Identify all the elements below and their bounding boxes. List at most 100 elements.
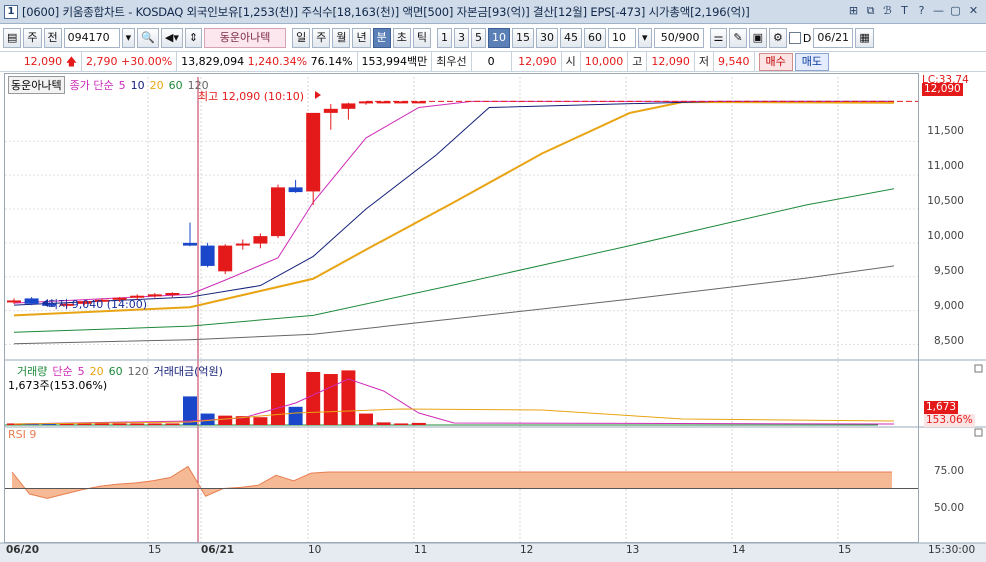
turnover-value: 76.14% bbox=[310, 55, 353, 68]
chart-area[interactable]: 동운아나텍 종가 단순 5 10 20 60 120 최고 12,090 (10… bbox=[0, 73, 986, 562]
chart-toolbar: ▤ 주 전 094170 ▾ 🔍 ◀▾ ⇕ 동운아나텍 일 주 월 년 분 초 … bbox=[0, 26, 986, 50]
volume-bar bbox=[288, 406, 303, 425]
change-cell: 2,790 +30.00% bbox=[82, 52, 178, 71]
help-icon[interactable]: ? bbox=[914, 3, 929, 19]
x-label-11: 11 bbox=[414, 544, 428, 556]
range-field[interactable]: 50/900 bbox=[653, 28, 704, 48]
count-dropdown-icon[interactable]: ▾ bbox=[637, 28, 652, 48]
x-label-13: 13 bbox=[626, 544, 640, 556]
volume-bar bbox=[411, 422, 426, 425]
up-arrow-icon: 🡅 bbox=[65, 55, 77, 68]
period-year[interactable]: 년 bbox=[352, 28, 371, 48]
current-price: 12,090 🡅 bbox=[0, 52, 82, 71]
rsi-legend: RSI 9 bbox=[8, 428, 36, 441]
indicator-icon[interactable]: ⚌ bbox=[709, 28, 728, 48]
change-value: 2,790 bbox=[86, 55, 118, 68]
close-icon[interactable]: ✕ bbox=[965, 3, 982, 19]
all-button[interactable]: 전 bbox=[43, 28, 62, 48]
interval-30[interactable]: 30 bbox=[535, 28, 558, 48]
restore-link-icon[interactable]: ⧉ bbox=[863, 3, 878, 19]
candle-body bbox=[288, 187, 303, 193]
volume-bar bbox=[95, 423, 109, 425]
legend-ma10: 10 bbox=[130, 78, 145, 92]
sell-button[interactable]: 매도 bbox=[794, 52, 830, 71]
grid-icon[interactable]: ⊞ bbox=[846, 3, 861, 19]
volume-ma20: 20 bbox=[89, 364, 104, 378]
interval-5[interactable]: 5 bbox=[470, 28, 486, 48]
period-type-select[interactable]: 주 bbox=[23, 28, 42, 48]
minimize-icon[interactable]: — bbox=[931, 3, 946, 19]
period-second[interactable]: 초 bbox=[392, 28, 411, 48]
high-value: 12,090 bbox=[647, 52, 695, 71]
period-minute[interactable]: 분 bbox=[372, 28, 391, 48]
interval-15[interactable]: 15 bbox=[511, 28, 534, 48]
x-label-15a: 15 bbox=[148, 544, 162, 556]
amount-title: 거래대금(억원) bbox=[153, 365, 223, 378]
legend-ma5: 5 bbox=[118, 78, 126, 92]
speaker-icon[interactable]: ◀▾ bbox=[160, 28, 183, 48]
x-time-label: 15:30:00 bbox=[928, 544, 976, 556]
maximize-icon[interactable]: ▢ bbox=[948, 3, 963, 19]
x-label-15b: 15 bbox=[838, 544, 852, 556]
dropdown-icon[interactable]: ▾ bbox=[121, 28, 136, 48]
period-month[interactable]: 월 bbox=[332, 28, 351, 48]
date-label: D bbox=[802, 31, 812, 45]
settings-icon[interactable]: ⚙ bbox=[769, 28, 787, 48]
rsi-tick-75: 75.00 bbox=[933, 465, 964, 477]
bold-b-icon[interactable]: ℬ bbox=[880, 3, 895, 19]
x-label-0620: 06/20 bbox=[6, 544, 40, 556]
x-label-14: 14 bbox=[732, 544, 746, 556]
volume-bar bbox=[253, 417, 268, 425]
period-day[interactable]: 일 bbox=[292, 28, 311, 48]
high-annotation: 최고 12,090 (10:10) bbox=[198, 90, 305, 103]
stepper-icon[interactable]: ⇕ bbox=[184, 28, 203, 48]
priority-label: 최우선 bbox=[432, 52, 472, 71]
low-label: 저 bbox=[695, 52, 715, 71]
text-t-icon[interactable]: T bbox=[897, 3, 912, 19]
candle-body bbox=[7, 300, 21, 303]
price-value: 12,090 bbox=[23, 55, 63, 68]
calendar-icon[interactable]: ▦ bbox=[855, 28, 874, 48]
volume-ma5-line bbox=[13, 378, 895, 425]
volume-pct-tag: 153.06% bbox=[924, 414, 975, 427]
chart-menu-icon[interactable]: ▤ bbox=[3, 28, 22, 48]
volume-ma5: 5 bbox=[77, 364, 85, 378]
rsi-series bbox=[5, 465, 918, 499]
stock-code-input[interactable]: 094170 bbox=[63, 28, 120, 48]
draw-icon[interactable]: ✎ bbox=[729, 28, 747, 48]
candle-body bbox=[24, 298, 39, 304]
x-label-0621: 06/21 bbox=[201, 544, 235, 556]
candle-body bbox=[200, 245, 215, 266]
legend-ma20: 20 bbox=[149, 78, 164, 92]
y-tick-11500: 11,500 bbox=[927, 125, 964, 137]
period-tick[interactable]: 틱 bbox=[412, 28, 431, 48]
interval-45[interactable]: 45 bbox=[559, 28, 582, 48]
interval-10[interactable]: 10 bbox=[487, 28, 510, 48]
volume-tag: 1,673 bbox=[924, 401, 959, 414]
interval-3[interactable]: 3 bbox=[453, 28, 469, 48]
date-input[interactable]: 06/21 bbox=[813, 28, 854, 48]
stock-name-field[interactable]: 동운아나텍 bbox=[204, 28, 287, 48]
interval-1[interactable]: 1 bbox=[436, 28, 452, 48]
interval-60[interactable]: 60 bbox=[583, 28, 606, 48]
window-number: 1 bbox=[4, 4, 18, 19]
date-checkbox[interactable] bbox=[788, 32, 801, 44]
stock-name-tag[interactable]: 동운아나텍 bbox=[8, 76, 65, 94]
volume-cell: 13,829,094 1,240.34% 76.14% bbox=[177, 52, 358, 71]
save-icon[interactable]: ▣ bbox=[748, 28, 767, 48]
volume-bar bbox=[376, 422, 391, 425]
buy-button[interactable]: 매수 bbox=[758, 52, 793, 71]
low-value: 9,540 bbox=[714, 52, 755, 71]
panel-close-icon bbox=[974, 364, 983, 373]
volume-bar bbox=[359, 413, 373, 425]
count-select[interactable]: 10 bbox=[607, 28, 636, 48]
open-value: 10,000 bbox=[581, 52, 629, 71]
search-icon[interactable]: 🔍 bbox=[137, 28, 159, 48]
period-week[interactable]: 주 bbox=[312, 28, 331, 48]
candle-body bbox=[341, 103, 356, 109]
candle-body bbox=[183, 242, 197, 246]
high-label: 고 bbox=[628, 52, 648, 71]
volume-ratio: 1,240.34% bbox=[247, 55, 308, 68]
y-tick-10500: 10,500 bbox=[927, 195, 964, 207]
chart-svg[interactable] bbox=[0, 73, 986, 562]
